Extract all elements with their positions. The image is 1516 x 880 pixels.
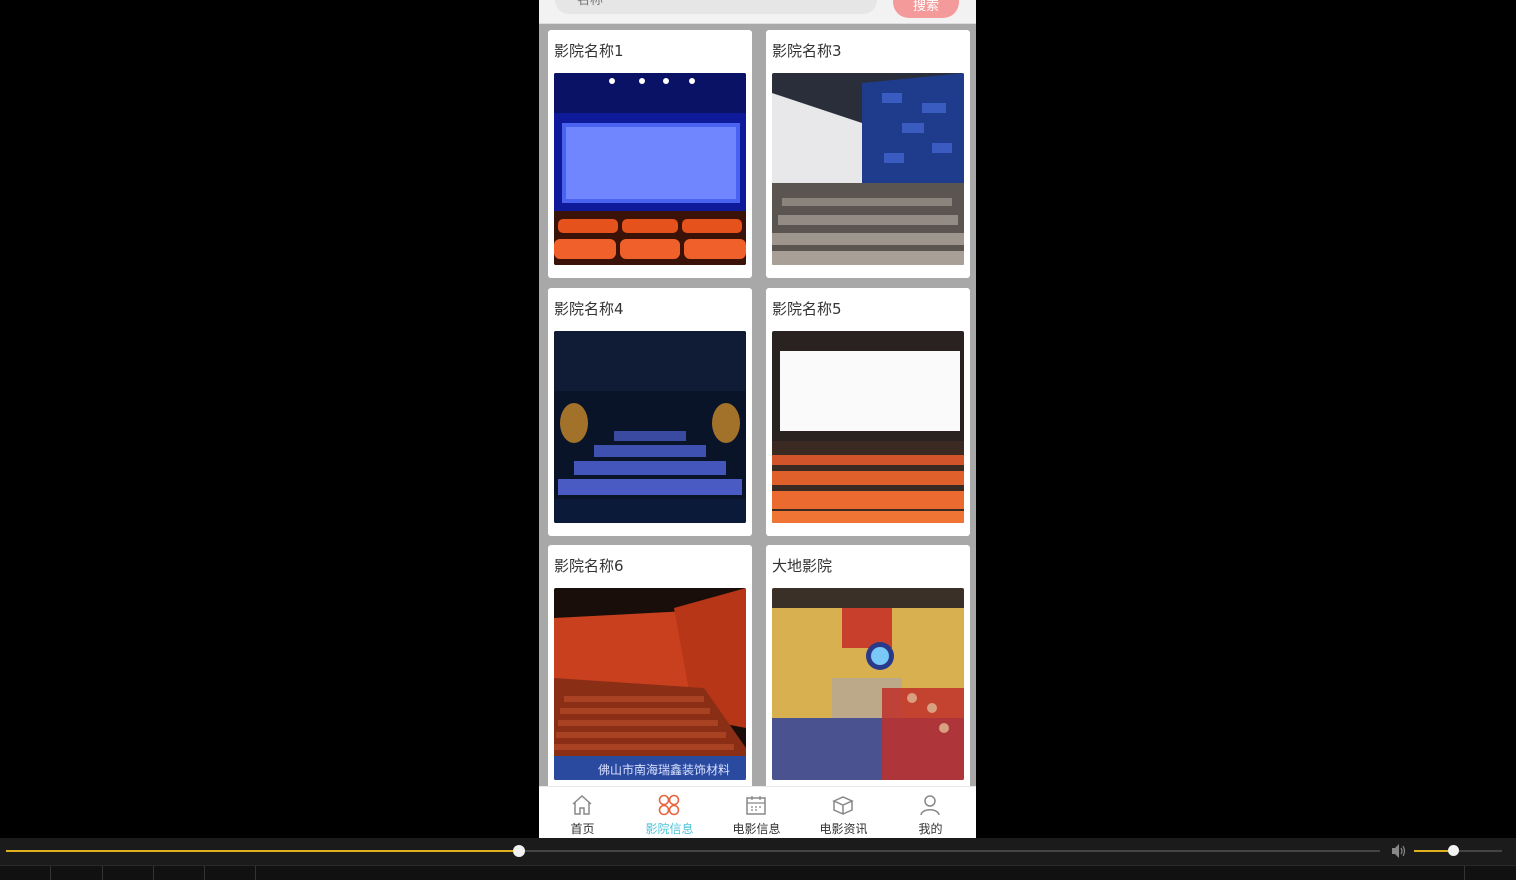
- cinema-photo[interactable]: [554, 331, 746, 523]
- cinema-photo[interactable]: [772, 588, 964, 780]
- cinema-photo[interactable]: [772, 73, 964, 265]
- mobile-app-viewport: 搜索 影院名称1 影院名称3: [539, 0, 976, 838]
- cinema-photo[interactable]: [554, 73, 746, 265]
- cinema-card[interactable]: 影院名称6 佛山市南海瑞鑫装饰材料: [548, 545, 752, 793]
- cinema-name: 影院名称6: [554, 557, 624, 575]
- cinema-card[interactable]: 影院名称3: [766, 30, 970, 278]
- video-player-window: 搜索 影院名称1 影院名称3: [0, 0, 1516, 880]
- player-status-strip: [0, 865, 1516, 880]
- cinema-photo[interactable]: [772, 331, 964, 523]
- calendar-icon: [746, 796, 766, 815]
- clover-icon: [658, 794, 680, 816]
- photo-watermark: 佛山市南海瑞鑫装饰材料: [598, 762, 730, 777]
- cinema-card[interactable]: 影院名称5: [766, 288, 970, 536]
- cinema-name: 影院名称3: [772, 42, 842, 60]
- cinema-name: 大地影院: [772, 557, 833, 575]
- tab-label: 影院信息: [645, 822, 694, 836]
- tab-cinema-info[interactable]: 影院信息: [626, 787, 713, 838]
- seek-handle[interactable]: [512, 845, 525, 857]
- tab-mine[interactable]: 我的: [887, 787, 974, 838]
- cinema-photo[interactable]: 佛山市南海瑞鑫装饰材料: [554, 588, 746, 780]
- volume-slider-fill: [1414, 850, 1453, 852]
- tab-movie-info[interactable]: 电影信息: [713, 787, 800, 838]
- cinema-name: 影院名称5: [772, 300, 842, 318]
- cinema-name: 影院名称1: [554, 42, 624, 60]
- person-icon: [920, 795, 940, 816]
- tab-label: 首页: [570, 822, 595, 836]
- cinema-card[interactable]: 影院名称1: [548, 30, 752, 278]
- volume-handle[interactable]: [1447, 845, 1459, 856]
- tab-label: 我的: [918, 822, 943, 836]
- tab-home[interactable]: 首页: [539, 787, 626, 838]
- bottom-tab-bar: 首页 影院信息 电影信息 电影资讯 我的: [539, 786, 976, 838]
- tab-movie-news[interactable]: 电影资讯: [800, 787, 887, 838]
- box-icon: [832, 796, 854, 816]
- volume-icon[interactable]: [1390, 843, 1408, 859]
- home-icon: [572, 794, 592, 815]
- volume-slider[interactable]: [1414, 845, 1502, 856]
- seek-bar[interactable]: [6, 845, 1380, 857]
- tab-label: 电影信息: [732, 822, 781, 836]
- cinema-card[interactable]: 影院名称4: [548, 288, 752, 536]
- cinema-name: 影院名称4: [554, 300, 624, 318]
- search-bar: 搜索: [539, 0, 976, 24]
- seek-bar-fill: [6, 850, 519, 852]
- player-controls: [0, 838, 1516, 880]
- cinema-card[interactable]: 大地影院: [766, 545, 970, 793]
- tab-label: 电影资讯: [819, 822, 868, 836]
- search-button[interactable]: 搜索: [893, 0, 959, 18]
- search-input[interactable]: [555, 0, 877, 14]
